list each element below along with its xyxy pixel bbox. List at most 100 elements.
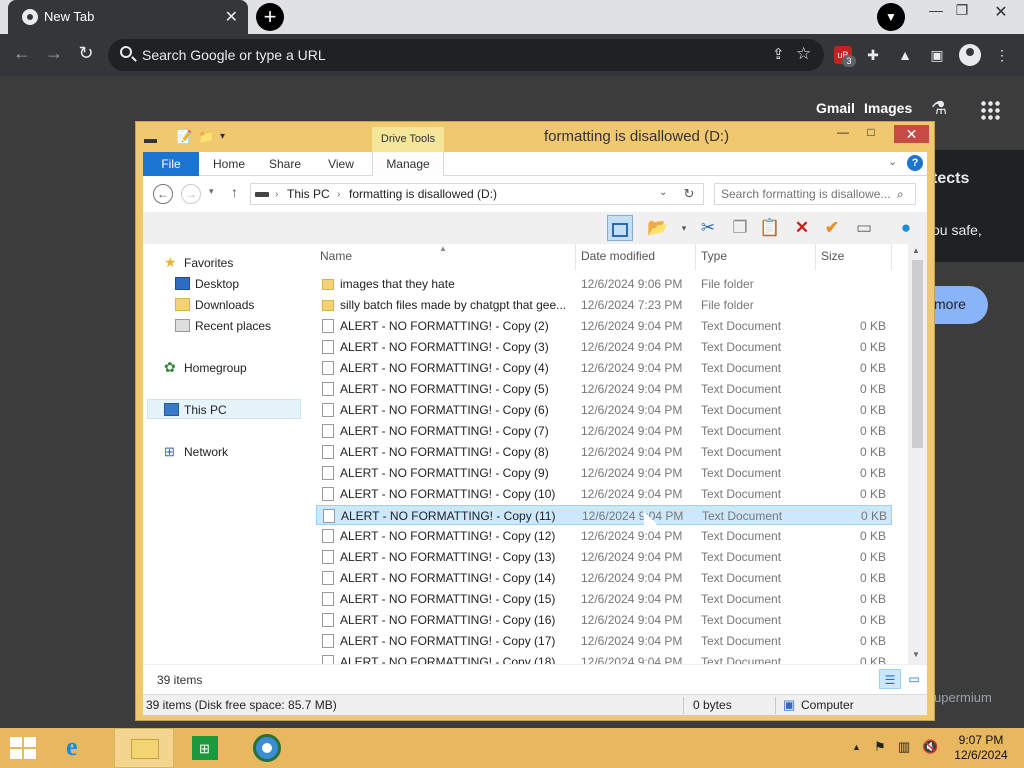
volume-muted-icon[interactable]: 🔇 <box>922 739 938 755</box>
nav-downloads[interactable]: Downloads <box>175 298 254 312</box>
rename-icon[interactable]: ▭ <box>851 215 877 241</box>
explorer-close-button[interactable]: ✕ <box>894 125 929 143</box>
scroll-up-icon[interactable]: ▲ <box>912 246 920 255</box>
qat-customize-icon[interactable]: ▾ <box>220 131 225 142</box>
labs-icon[interactable]: ⚗ <box>931 98 947 119</box>
nav-recent-places[interactable]: Recent places <box>175 319 271 333</box>
tab-file[interactable]: File <box>143 152 199 176</box>
tab-home[interactable]: Home <box>207 152 251 176</box>
file-row[interactable]: ALERT - NO FORMATTING! - Copy (4) 12/6/20… <box>316 358 892 378</box>
nav-this-pc[interactable]: This PC <box>164 403 227 417</box>
nav-network[interactable]: ⊞ Network <box>164 444 228 459</box>
explorer-back-icon[interactable]: ← <box>153 184 173 204</box>
start-windows-icon[interactable] <box>10 737 38 761</box>
recent-locations-chevron-icon[interactable]: ▾ <box>209 186 214 197</box>
vertical-scrollbar[interactable]: ▲ ▼ <box>908 244 927 664</box>
file-row[interactable]: images that they hate 12/6/2024 9:06 PM Fi… <box>316 274 892 294</box>
labs-flask-icon[interactable]: ▲ <box>896 46 914 64</box>
bookmark-star-icon[interactable]: ☆ <box>796 44 811 64</box>
file-row[interactable]: ALERT - NO FORMATTING! - Copy (3) 12/6/20… <box>316 337 892 357</box>
share-icon[interactable]: ⇪ <box>772 45 785 63</box>
cut-icon[interactable]: ✂ <box>695 215 721 241</box>
action-center-flag-icon[interactable]: ⚑ <box>874 739 886 755</box>
address-bar[interactable]: › This PC › formatting is disallowed (D:… <box>250 183 704 205</box>
profile-avatar[interactable] <box>959 44 981 66</box>
nav-homegroup[interactable]: ✿ Homegroup <box>164 359 247 375</box>
file-row[interactable]: ALERT - NO FORMATTING! - Copy (10) 12/6/2… <box>316 484 892 504</box>
tab-view[interactable]: View <box>319 152 363 176</box>
column-size-header[interactable]: Size <box>821 249 844 263</box>
file-row[interactable]: ALERT - NO FORMATTING! - Copy (16) 12/6/2… <box>316 610 892 630</box>
store-icon[interactable]: ⊞ <box>176 728 236 768</box>
file-row[interactable]: ALERT - NO FORMATTING! - Copy (8) 12/6/20… <box>316 442 892 462</box>
chrome-menu-icon[interactable]: ⋮ <box>993 46 1011 64</box>
column-date-header[interactable]: Date modified <box>581 249 655 263</box>
tab-manage[interactable]: Manage <box>372 152 444 176</box>
scroll-thumb[interactable] <box>912 260 923 448</box>
up-arrow-icon[interactable]: ↑ <box>231 184 238 200</box>
globe-icon[interactable]: ● <box>893 215 919 241</box>
delete-icon[interactable]: ✕ <box>789 215 815 241</box>
file-row[interactable]: ALERT - NO FORMATTING! - Copy (11) 12/6/2… <box>316 505 892 525</box>
scroll-down-icon[interactable]: ▼ <box>912 650 920 659</box>
breadcrumb-this-pc[interactable]: This PC <box>287 187 330 201</box>
paste-icon[interactable]: 📋 <box>757 215 783 241</box>
omnibox[interactable]: Search Google or type a URL ⇪ ☆ <box>108 39 824 71</box>
column-type-header[interactable]: Type <box>701 249 727 263</box>
column-name-header[interactable]: Name <box>320 249 352 263</box>
browser-restore-button[interactable]: ❐ <box>947 2 977 19</box>
tab-search-chevron-icon[interactable]: ▼ <box>877 3 905 31</box>
file-row[interactable]: ALERT - NO FORMATTING! - Copy (18) 12/6/2… <box>316 652 892 664</box>
large-icons-view-icon[interactable]: ▭ <box>903 669 925 689</box>
reload-icon[interactable]: ↻ <box>74 43 98 64</box>
nav-favorites[interactable]: ★ Favorites <box>164 254 233 270</box>
help-icon[interactable]: ? <box>907 155 923 171</box>
preview-pane-icon[interactable] <box>607 215 633 241</box>
column-divider[interactable] <box>575 244 576 270</box>
file-row[interactable]: ALERT - NO FORMATTING! - Copy (14) 12/6/2… <box>316 568 892 588</box>
refresh-icon[interactable]: ↻ <box>678 183 700 205</box>
system-clock[interactable]: 9:07 PM 12/6/2024 <box>950 733 1012 763</box>
apps-grid-icon[interactable] <box>980 100 1000 120</box>
new-tab-button[interactable]: + <box>256 3 284 31</box>
new-folder-icon[interactable]: 📁 <box>198 129 214 145</box>
gmail-link[interactable]: Gmail <box>816 100 855 116</box>
file-row[interactable]: ALERT - NO FORMATTING! - Copy (15) 12/6/2… <box>316 589 892 609</box>
file-row[interactable]: ALERT - NO FORMATTING! - Copy (5) 12/6/20… <box>316 379 892 399</box>
back-arrow-icon[interactable]: ← <box>10 43 34 64</box>
copy-icon[interactable]: ❐ <box>727 215 753 241</box>
tab-close-icon[interactable]: ✕ <box>225 7 238 27</box>
file-row[interactable]: silly batch files made by chatgpt that g… <box>316 295 892 315</box>
explorer-search[interactable]: ⌕ <box>714 183 916 205</box>
explorer-forward-icon[interactable]: → <box>181 184 201 204</box>
images-link[interactable]: Images <box>864 100 912 116</box>
properties-icon[interactable]: 📝 <box>176 129 192 145</box>
tab-share[interactable]: Share <box>263 152 307 176</box>
browser-close-button[interactable]: ✕ <box>986 2 1016 22</box>
address-dropdown-icon[interactable]: ⌄ <box>659 187 667 198</box>
nav-desktop[interactable]: Desktop <box>175 277 239 291</box>
file-explorer-taskbar-icon[interactable] <box>114 728 174 768</box>
internet-explorer-icon[interactable]: e <box>52 728 112 768</box>
select-folder-icon[interactable]: 📂 <box>645 215 671 241</box>
check-icon[interactable]: ✔ <box>819 215 845 241</box>
select-dropdown-icon[interactable]: ▾ <box>671 215 697 241</box>
extensions-puzzle-icon[interactable]: ✚ <box>864 46 882 64</box>
tab-new-tab[interactable]: New Tab ✕ <box>8 0 248 34</box>
file-row[interactable]: ALERT - NO FORMATTING! - Copy (12) 12/6/2… <box>316 526 892 546</box>
file-row[interactable]: ALERT - NO FORMATTING! - Copy (13) 12/6/2… <box>316 547 892 567</box>
file-row[interactable]: ALERT - NO FORMATTING! - Copy (6) 12/6/20… <box>316 400 892 420</box>
forward-arrow-icon[interactable]: → <box>42 43 66 64</box>
ribbon-expand-chevron-icon[interactable]: ⌄ <box>888 155 897 168</box>
breadcrumb-drive[interactable]: formatting is disallowed (D:) <box>349 187 497 201</box>
explorer-minimize-button[interactable]: — <box>830 125 856 143</box>
column-divider[interactable] <box>815 244 816 270</box>
explorer-search-icon[interactable]: ⌕ <box>897 187 904 202</box>
chrome-taskbar-icon[interactable] <box>238 728 298 768</box>
details-view-icon[interactable]: ☰ <box>879 669 901 689</box>
file-row[interactable]: ALERT - NO FORMATTING! - Copy (9) 12/6/20… <box>316 463 892 483</box>
file-row[interactable]: ALERT - NO FORMATTING! - Copy (7) 12/6/20… <box>316 421 892 441</box>
side-panel-icon[interactable]: ▣ <box>928 46 946 64</box>
column-divider[interactable] <box>695 244 696 270</box>
explorer-search-input[interactable] <box>721 187 893 201</box>
